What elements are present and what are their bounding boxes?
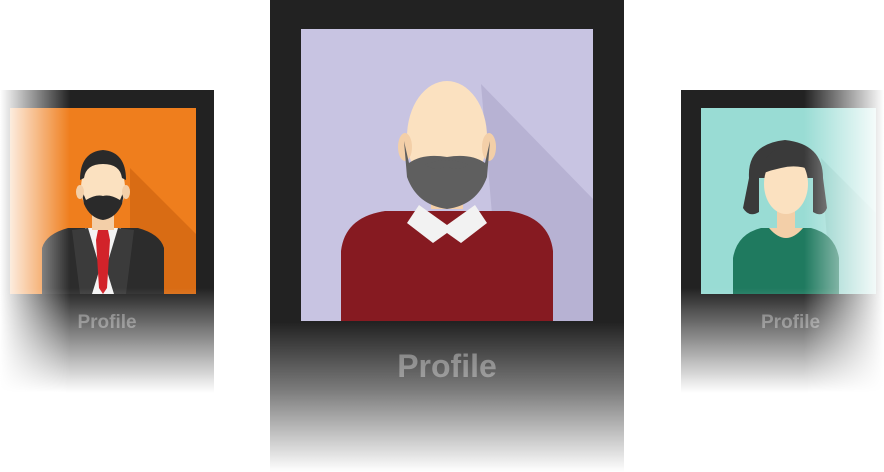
reflection-fade-right [681, 288, 884, 398]
bearded-man-avatar-icon [301, 29, 593, 321]
profile-photo-center [301, 29, 593, 321]
businessman-avatar-icon [10, 108, 196, 294]
reflection-fade-center [270, 322, 624, 472]
profile-photo-right [701, 108, 876, 294]
profile-label-center: Profile [397, 348, 497, 384]
reflection-fade-left [0, 288, 214, 398]
profile-card-left[interactable]: Profile [0, 90, 214, 398]
woman-avatar-icon [701, 108, 876, 294]
profile-card-right[interactable]: Profile [681, 90, 884, 398]
profile-label-left: Profile [77, 312, 137, 333]
profile-photo-left [10, 108, 196, 294]
profile-label-right: Profile [761, 312, 821, 333]
profile-card-center[interactable]: Profile [270, 0, 624, 472]
